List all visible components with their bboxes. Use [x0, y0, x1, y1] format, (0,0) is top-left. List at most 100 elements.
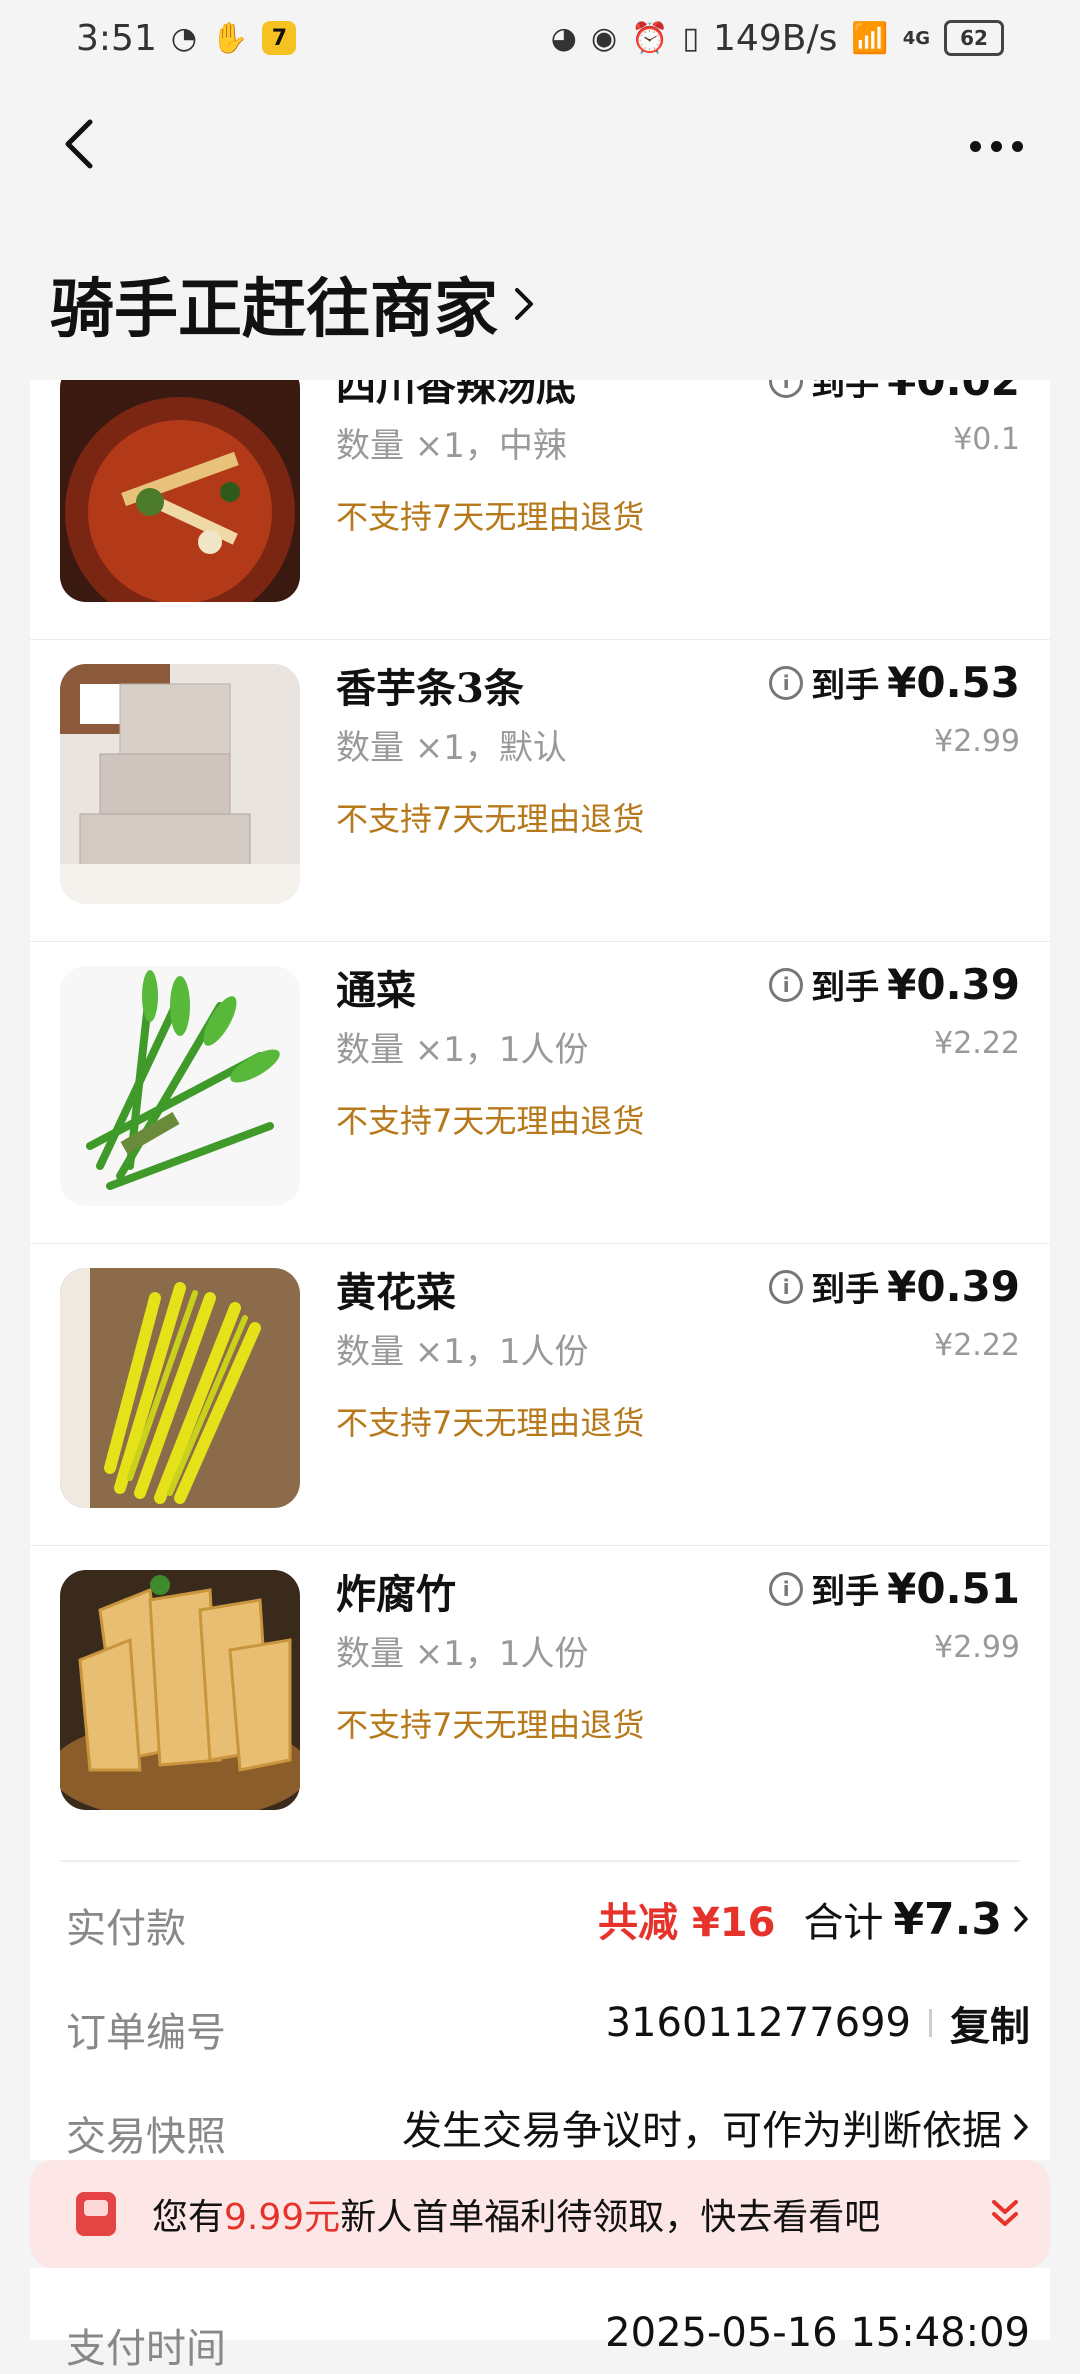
- pay-time-row: 支付时间 2025-05-16 15:48:09: [0, 2304, 1080, 2374]
- list-item[interactable]: 四川香辣汤底 数量 ×1，中辣 不支持7天无理由退货 i 到手 ¥0.02 ¥0.…: [30, 380, 1050, 640]
- order-number-row: 订单编号 316011277699 复制: [0, 1988, 1080, 2058]
- item-image-taro: [60, 664, 300, 904]
- paid-values: 共减 ¥16 合计 ¥7.3: [598, 1890, 1030, 1948]
- banner-pre: 您有: [152, 2197, 225, 2238]
- final-price-amount: ¥0.39: [887, 960, 1020, 1009]
- item-return-policy: 不支持7天无理由退货: [336, 1102, 645, 1140]
- total-discount: 共减 ¥16: [598, 1900, 776, 1946]
- info-icon[interactable]: i: [769, 380, 804, 398]
- item-image-water-spinach: [60, 966, 300, 1206]
- list-item[interactable]: 黄花菜 数量 ×1，1人份 不支持7天无理由退货 i 到手 ¥0.39 ¥2.22: [30, 1244, 1050, 1546]
- network-speed: 149B/s: [713, 17, 838, 59]
- list-item[interactable]: 香芋条3条 数量 ×1，默认 不支持7天无理由退货 i 到手 ¥0.53 ¥2.9…: [30, 640, 1050, 942]
- chevron-right-icon: [1014, 2114, 1028, 2140]
- final-price-amount: ¥0.53: [887, 658, 1020, 707]
- chevron-right-icon: [515, 288, 533, 320]
- item-original-price: ¥2.99: [934, 1630, 1020, 1665]
- final-price-prefix: 到手: [811, 1572, 880, 1612]
- order-number-label: 订单编号: [66, 2010, 226, 2056]
- item-name: 香芋条3条: [336, 665, 524, 712]
- item-return-policy: 不支持7天无理由退货: [336, 1706, 645, 1744]
- page-title: 骑手正赶往商家: [50, 272, 498, 347]
- final-price-prefix: 到手: [811, 666, 880, 706]
- chevron-right-icon: [1014, 1906, 1028, 1932]
- battery-icon: 62: [944, 20, 1004, 56]
- item-name: 炸腐竹: [336, 1571, 456, 1618]
- snapshot-text: 发生交易争议时，可作为判断依据: [402, 2108, 1002, 2154]
- back-button[interactable]: [60, 114, 120, 186]
- final-price-prefix: 到手: [811, 380, 880, 404]
- alarm-icon: ⏰: [631, 20, 669, 56]
- divider: [60, 1860, 1020, 1862]
- item-final-price: i 到手 ¥0.39: [769, 960, 1020, 1009]
- speed-gauge-icon: ◕: [550, 20, 577, 56]
- list-item[interactable]: 炸腐竹 数量 ×1，1人份 不支持7天无理由退货 i 到手 ¥0.51 ¥2.99: [30, 1546, 1050, 1848]
- final-price-amount: ¥0.39: [887, 1262, 1020, 1311]
- item-image-daylily: [60, 1268, 300, 1508]
- final-price-prefix: 到手: [811, 1270, 880, 1310]
- pay-time-value: 2025-05-16 15:48:09: [605, 2310, 1030, 2356]
- item-name: 通菜: [336, 967, 416, 1014]
- more-icon-dot: [990, 140, 1002, 152]
- list-item[interactable]: 通菜 数量 ×1，1人份 不支持7天无理由退货 i 到手 ¥0.39 ¥2.22: [30, 942, 1050, 1244]
- item-final-price: i 到手 ¥0.51: [769, 1564, 1020, 1613]
- pay-time-label: 支付时间: [66, 2326, 226, 2372]
- order-number-values: 316011277699 复制: [606, 1994, 1030, 2052]
- item-quantity: 数量 ×1，1人份: [336, 1634, 589, 1674]
- banner-text: 您有9.99元新人首单福利待领取，快去看看吧: [152, 2188, 880, 2240]
- item-return-policy: 不支持7天无理由退货: [336, 498, 645, 536]
- item-original-price: ¥2.22: [934, 1026, 1020, 1061]
- item-name: 四川香辣汤底: [336, 380, 576, 410]
- item-quantity: 数量 ×1，中辣: [336, 426, 567, 466]
- order-number: 316011277699: [605, 2000, 911, 2046]
- snapshot-values: 发生交易争议时，可作为判断依据: [402, 2098, 1030, 2156]
- item-original-price: ¥0.1: [953, 422, 1020, 457]
- trade-snapshot-row[interactable]: 交易快照 发生交易争议时，可作为判断依据: [0, 2092, 1080, 2162]
- expand-icon[interactable]: [990, 2196, 1020, 2232]
- eye-icon: ◉: [590, 20, 618, 56]
- item-name: 黄花菜: [336, 1269, 456, 1316]
- item-image-spicy-soup: [60, 380, 300, 602]
- app-notification-icon: 7: [262, 21, 297, 55]
- item-quantity: 数量 ×1，默认: [336, 728, 567, 768]
- wifi-icon: 📶: [851, 20, 889, 56]
- top-bar: [0, 110, 1080, 190]
- item-final-price: i 到手 ¥0.39: [769, 1262, 1020, 1311]
- separator: [929, 2009, 932, 2037]
- info-icon[interactable]: i: [769, 1571, 804, 1606]
- info-icon[interactable]: i: [769, 967, 804, 1002]
- new-user-benefit-banner[interactable]: 您有9.99元新人首单福利待领取，快去看看吧: [30, 2160, 1050, 2268]
- paid-label: 实付款: [66, 1906, 186, 1952]
- final-price-amount: ¥0.51: [887, 1564, 1020, 1613]
- network-type: 4G: [902, 27, 930, 49]
- banner-money: 9.99元: [224, 2197, 341, 2238]
- more-icon: [969, 140, 981, 152]
- item-final-price: i 到手 ¥0.53: [769, 658, 1020, 707]
- copy-button[interactable]: 复制: [950, 1994, 1030, 2052]
- total-amount: ¥7.3: [893, 1893, 1002, 1945]
- item-final-price: i 到手 ¥0.02: [769, 380, 1020, 405]
- total-label: 合计: [803, 1900, 884, 1946]
- final-price-amount: ¥0.02: [887, 380, 1020, 405]
- item-quantity: 数量 ×1，1人份: [336, 1332, 589, 1372]
- more-icon-dot: [1011, 140, 1023, 152]
- info-icon[interactable]: i: [769, 1269, 804, 1304]
- item-original-price: ¥2.22: [934, 1328, 1020, 1363]
- vibrate-icon: ▯: [682, 20, 700, 56]
- item-original-price: ¥2.99: [934, 724, 1020, 759]
- item-return-policy: 不支持7天无理由退货: [336, 1404, 645, 1442]
- hand-icon: ✋: [211, 20, 249, 56]
- item-quantity: 数量 ×1，1人份: [336, 1030, 589, 1070]
- notification-icon: ◔: [170, 20, 198, 56]
- battery-level: 62: [960, 26, 988, 50]
- gift-icon: [76, 2192, 116, 2236]
- chevron-left-icon: [65, 119, 93, 169]
- final-price-prefix: 到手: [811, 968, 880, 1008]
- paid-amount-row[interactable]: 实付款 共减 ¥16 合计 ¥7.3: [0, 1884, 1080, 1954]
- delivery-status-title[interactable]: 骑手正赶往商家: [50, 258, 536, 350]
- banner-post: 新人首单福利待领取，快去看看吧: [340, 2197, 881, 2238]
- item-return-policy: 不支持7天无理由退货: [336, 800, 645, 838]
- status-bar: 3:51 ◔ ✋ 7 ◕ ◉ ⏰ ▯ 149B/s 📶 4G 62: [0, 0, 1080, 76]
- info-icon[interactable]: i: [769, 665, 804, 700]
- more-options-button[interactable]: [956, 126, 1036, 166]
